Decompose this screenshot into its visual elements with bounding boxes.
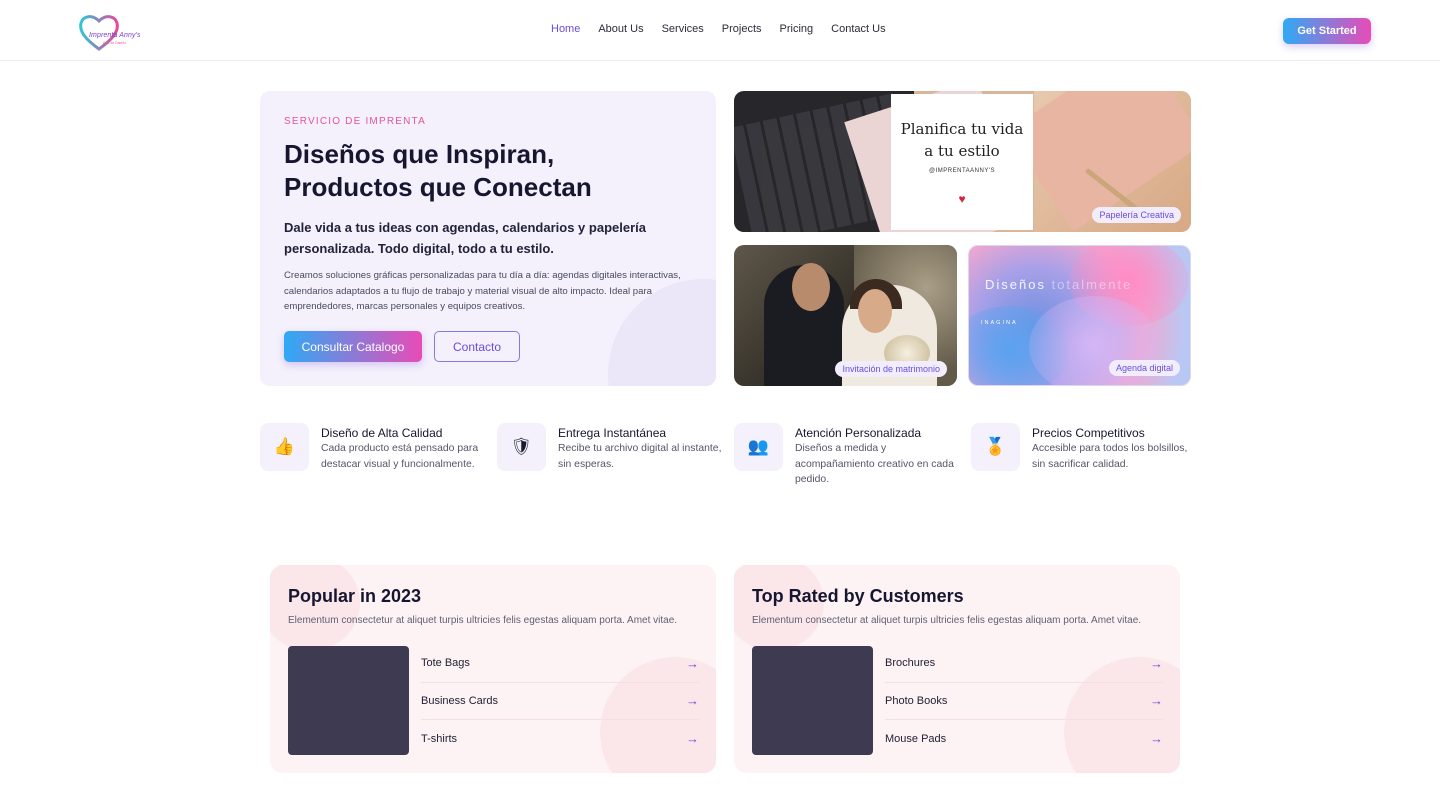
bride-face xyxy=(858,289,892,333)
product-list: Tote Bags → Business Cards → T-shirts → xyxy=(421,645,699,758)
planner-card: Planifica tu vida a tu estilo @IMPRENTAA… xyxy=(891,94,1033,230)
arrow-right-icon: → xyxy=(686,731,699,747)
nav-services[interactable]: Services xyxy=(662,23,704,35)
nav-contact-us[interactable]: Contact Us xyxy=(831,23,885,35)
nav-projects[interactable]: Projects xyxy=(722,23,762,35)
contact-button[interactable]: Contacto xyxy=(434,331,520,362)
logo-text: Imprenta Anny's xyxy=(89,32,141,39)
medal-icon: 🏅 xyxy=(971,423,1020,471)
hero-title: Diseños que Inspiran, Productos que Cone… xyxy=(284,139,592,202)
site-header: Imprenta Anny's Arte de Diseño Home Abou… xyxy=(0,0,1440,61)
list-item-label: T-shirts xyxy=(421,732,458,745)
tile-headline-faded: totalmente xyxy=(1051,277,1133,292)
popular-card: Popular in 2023 Elementum consectetur at… xyxy=(270,565,716,773)
card-description: Elementum consectetur at aliquet turpis … xyxy=(288,615,678,626)
nav-home[interactable]: Home xyxy=(551,23,580,35)
tile-subline: INAGINA xyxy=(981,320,1018,326)
feature-pricing: 🏅 Precios Competitivos Accesible para to… xyxy=(971,423,1196,493)
nav-pricing[interactable]: Pricing xyxy=(780,23,814,35)
hero-description: Creamos soluciones gráficas personalizad… xyxy=(284,270,681,312)
hero-subtitle: Dale vida a tus ideas con agendas, calen… xyxy=(284,220,646,256)
feature-attention: 👥 Atención Personalizada Diseños a medid… xyxy=(734,423,959,493)
shield-icon: 🛡 xyxy=(497,423,546,471)
arrow-right-icon: → xyxy=(686,655,699,671)
hero-eyebrow: SERVICIO DE IMPRENTA xyxy=(284,116,426,127)
gallery-tile-wedding[interactable]: Invitación de matrimonio xyxy=(734,245,957,386)
product-list: Brochures → Photo Books → Mouse Pads → xyxy=(885,645,1163,758)
get-started-button[interactable]: Get Started xyxy=(1283,18,1371,44)
tile-badge: Agenda digital xyxy=(1108,360,1180,376)
feature-description: Cada producto está pensado para destacar… xyxy=(321,443,479,470)
feature-title: Diseño de Alta Calidad xyxy=(321,426,443,440)
nav-about-us[interactable]: About Us xyxy=(598,23,643,35)
tile-headline: Diseños totalmente xyxy=(985,277,1132,292)
list-item[interactable]: Mouse Pads → xyxy=(885,720,1163,758)
feature-title: Atención Personalizada xyxy=(795,426,922,440)
product-thumbnail xyxy=(752,646,873,755)
gallery-tile-digital-agenda[interactable]: Diseños totalmente INAGINA Agenda digita… xyxy=(968,245,1191,386)
card-title: Popular in 2023 xyxy=(288,586,422,606)
feature-description: Accesible para todos los bolsillos, sin … xyxy=(1032,443,1188,470)
tile-badge: Invitación de matrimonio xyxy=(835,361,947,377)
arrow-right-icon: → xyxy=(686,693,699,709)
catalog-button[interactable]: Consultar Catalogo xyxy=(284,331,422,362)
list-item-label: Business Cards xyxy=(421,694,499,707)
tile-headline-main: Diseños xyxy=(985,277,1052,292)
heart-icon: ♥ xyxy=(958,192,966,206)
list-item[interactable]: Brochures → xyxy=(885,645,1163,683)
planner-card-title: Planifica tu vida a tu estilo xyxy=(900,120,1024,160)
logo-tagline: Arte de Diseño xyxy=(103,41,127,45)
feature-title: Precios Competitivos xyxy=(1032,426,1145,440)
gallery-tile-stationery[interactable]: Planifica tu vida a tu estilo @IMPRENTAA… xyxy=(734,91,1191,232)
list-item-label: Brochures xyxy=(885,657,936,670)
list-item[interactable]: Tote Bags → xyxy=(421,645,699,683)
arrow-right-icon: → xyxy=(1150,655,1163,671)
tile-badge: Papelería Creativa xyxy=(1092,207,1181,223)
list-item-label: Mouse Pads xyxy=(885,732,947,745)
feature-quality: 👍 Diseño de Alta Calidad Cada producto e… xyxy=(260,423,485,493)
groom-face xyxy=(792,263,830,311)
feature-delivery: 🛡 Entrega Instantánea Recibe tu archivo … xyxy=(497,423,722,493)
list-item[interactable]: T-shirts → xyxy=(421,720,699,758)
feature-title: Entrega Instantánea xyxy=(558,426,667,440)
decorative-blob xyxy=(734,565,824,651)
planner-card-handle: @IMPRENTAANNY'S xyxy=(929,168,995,174)
feature-description: Diseños a medida y acompañamiento creati… xyxy=(795,443,954,486)
arrow-right-icon: → xyxy=(1150,731,1163,747)
list-item[interactable]: Photo Books → xyxy=(885,683,1163,720)
top-rated-card: Top Rated by Customers Elementum consect… xyxy=(734,565,1180,773)
card-description: Elementum consectetur at aliquet turpis … xyxy=(752,615,1142,626)
people-icon: 👥 xyxy=(734,423,783,471)
list-item-label: Tote Bags xyxy=(421,657,470,670)
brand-logo[interactable]: Imprenta Anny's Arte de Diseño xyxy=(77,13,141,53)
product-thumbnail xyxy=(288,646,409,755)
list-item-label: Photo Books xyxy=(885,694,948,707)
main-nav: Home About Us Services Projects Pricing … xyxy=(551,23,886,35)
list-item[interactable]: Business Cards → xyxy=(421,683,699,720)
card-title: Top Rated by Customers xyxy=(752,586,964,606)
thumbs-up-icon: 👍 xyxy=(260,423,309,471)
feature-description: Recibe tu archivo digital al instante, s… xyxy=(558,443,722,470)
hero-card: SERVICIO DE IMPRENTA Diseños que Inspira… xyxy=(260,91,716,386)
arrow-right-icon: → xyxy=(1150,693,1163,709)
decorative-blob xyxy=(270,565,360,651)
